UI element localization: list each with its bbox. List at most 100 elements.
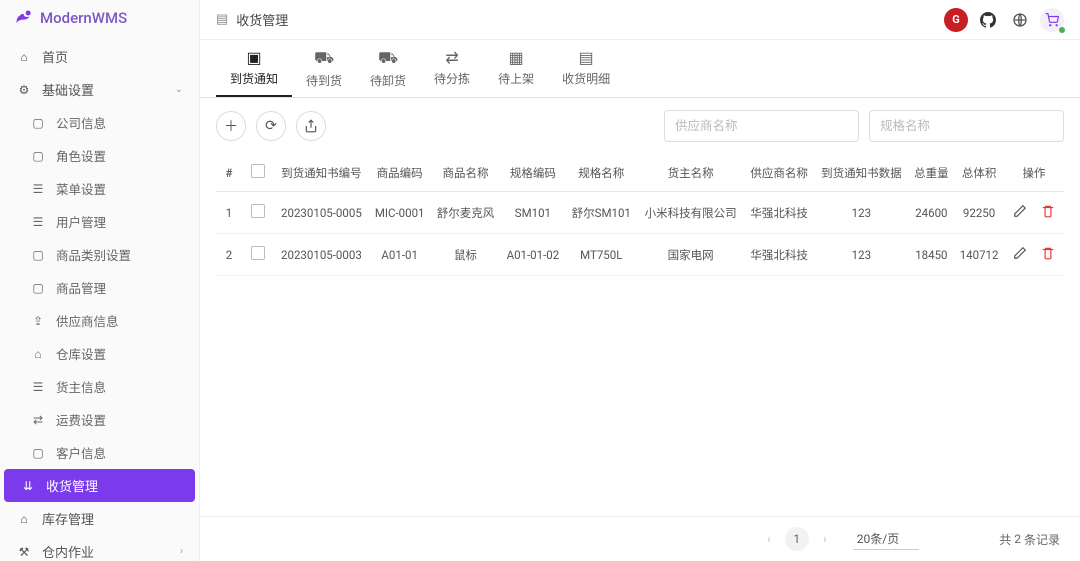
cell-goods-code: MIC-0001 bbox=[369, 192, 431, 234]
tab-asn-notice[interactable]: ▣到货通知 bbox=[216, 40, 292, 97]
cell-spec-name: 舒尔SM101 bbox=[565, 192, 637, 234]
topbar: ▤ 收货管理 G bbox=[200, 0, 1080, 40]
edit-icon[interactable] bbox=[1010, 246, 1030, 260]
cell-supplier: 华强北科技 bbox=[744, 234, 814, 276]
receiving-icon: ⇊ bbox=[20, 478, 36, 494]
sidebar-item-supplier[interactable]: ⇪供应商信息 bbox=[0, 304, 199, 337]
sidebar-item-user[interactable]: ☰用户管理 bbox=[0, 205, 199, 238]
pagination-bar: ‹ 1 › 20条/页 共 2 条记录 bbox=[200, 516, 1080, 561]
col-goods-code: 商品编码 bbox=[369, 154, 431, 192]
toolbar: ＋ ⟳ bbox=[200, 98, 1080, 154]
notice-icon: ▣ bbox=[246, 48, 261, 67]
page-prev-button[interactable]: ‹ bbox=[757, 527, 781, 551]
col-goods-name: 商品名称 bbox=[431, 154, 501, 192]
truck-icon: ⛟ bbox=[314, 48, 334, 69]
sidebar-item-inhouse[interactable]: ⚒仓内作业› bbox=[0, 535, 199, 561]
col-volume: 总体积 bbox=[954, 154, 1004, 192]
cell-weight: 24600 bbox=[909, 192, 954, 234]
tab-pending-shelve[interactable]: ▦待上架 bbox=[484, 40, 548, 97]
user-icon: ☰ bbox=[30, 214, 46, 230]
asn-table: # 到货通知书编号 商品编码 商品名称 规格编码 规格名称 货主名称 供应商名称… bbox=[216, 154, 1064, 276]
total-suffix: 条记录 bbox=[1024, 531, 1060, 548]
cell-asn-qty: 123 bbox=[814, 192, 909, 234]
checkbox-all[interactable] bbox=[251, 164, 265, 178]
table-container: # 到货通知书编号 商品编码 商品名称 规格编码 规格名称 货主名称 供应商名称… bbox=[200, 154, 1080, 516]
main-content: ▤ 收货管理 G ▣到货通知 ⛟待到货 ⛟待卸货 ⇄待分拣 ▦待上架 ▤收货明细… bbox=[200, 0, 1080, 561]
sidebar-item-menu[interactable]: ☰菜单设置 bbox=[0, 172, 199, 205]
tab-pending-sort[interactable]: ⇄待分拣 bbox=[420, 40, 484, 97]
sidebar-item-owner[interactable]: ☰货主信息 bbox=[0, 370, 199, 403]
col-asn-no: 到货通知书编号 bbox=[274, 154, 369, 192]
tab-receive-detail[interactable]: ▤收货明细 bbox=[548, 40, 624, 97]
inhouse-icon: ⚒ bbox=[16, 544, 32, 560]
total-count: 2 bbox=[1014, 532, 1021, 546]
sidebar-item-warehouse[interactable]: ⌂仓库设置 bbox=[0, 337, 199, 370]
cell-action bbox=[1004, 234, 1064, 276]
page-current[interactable]: 1 bbox=[785, 527, 809, 551]
col-weight: 总重量 bbox=[909, 154, 954, 192]
freight-icon: ⇄ bbox=[30, 412, 46, 428]
logo: ModernWMS bbox=[0, 0, 199, 36]
menu-icon: ☰ bbox=[30, 181, 46, 197]
cart-icon[interactable] bbox=[1040, 8, 1064, 32]
cell-owner: 小米科技有限公司 bbox=[637, 192, 744, 234]
sidebar-item-customer[interactable]: ▢客户信息 bbox=[0, 436, 199, 469]
cell-spec-name: MT750L bbox=[565, 234, 637, 276]
cell-spec-code: A01-01-02 bbox=[501, 234, 566, 276]
page-next-button[interactable]: › bbox=[813, 527, 837, 551]
cell-check bbox=[242, 234, 274, 276]
gitee-icon[interactable]: G bbox=[944, 8, 968, 32]
cell-goods-code: A01-01 bbox=[369, 234, 431, 276]
refresh-button[interactable]: ⟳ bbox=[256, 111, 286, 141]
col-check bbox=[242, 154, 274, 192]
building-icon: ▢ bbox=[30, 115, 46, 131]
cell-goods-name: 舒尔麦克风 bbox=[431, 192, 501, 234]
delete-icon[interactable] bbox=[1038, 204, 1058, 218]
sidebar-item-role[interactable]: ▢角色设置 bbox=[0, 139, 199, 172]
unload-icon: ⛟ bbox=[378, 48, 398, 69]
edit-icon[interactable] bbox=[1010, 204, 1030, 218]
col-owner: 货主名称 bbox=[637, 154, 744, 192]
cell-weight: 18450 bbox=[909, 234, 954, 276]
cell-idx: 1 bbox=[216, 192, 242, 234]
sidebar-item-company[interactable]: ▢公司信息 bbox=[0, 106, 199, 139]
page-size-select[interactable]: 20条/页 bbox=[853, 528, 919, 550]
sidebar-item-goods[interactable]: ▢商品管理 bbox=[0, 271, 199, 304]
tabs: ▣到货通知 ⛟待到货 ⛟待卸货 ⇄待分拣 ▦待上架 ▤收货明细 bbox=[200, 40, 1080, 98]
sidebar-item-stock[interactable]: ⌂库存管理 bbox=[0, 502, 199, 535]
col-spec-name: 规格名称 bbox=[565, 154, 637, 192]
sidebar-item-base[interactable]: ⚙基础设置⌄ bbox=[0, 73, 199, 106]
row-checkbox[interactable] bbox=[251, 204, 265, 218]
cell-check bbox=[242, 192, 274, 234]
sidebar-item-home[interactable]: ⌂首页 bbox=[0, 40, 199, 73]
sidebar: ModernWMS ⌂首页 ⚙基础设置⌄ ▢公司信息 ▢角色设置 ☰菜单设置 ☰… bbox=[0, 0, 200, 561]
total-prefix: 共 bbox=[999, 531, 1011, 548]
table-body: 120230105-0005MIC-0001舒尔麦克风SM101舒尔SM101小… bbox=[216, 192, 1064, 276]
tab-pending-arrive[interactable]: ⛟待到货 bbox=[292, 40, 356, 97]
col-supplier: 供应商名称 bbox=[744, 154, 814, 192]
cell-supplier: 华强北科技 bbox=[744, 192, 814, 234]
home-icon: ⌂ bbox=[16, 49, 32, 65]
supplier-icon: ⇪ bbox=[30, 313, 46, 329]
sidebar-item-receiving[interactable]: ⇊收货管理 bbox=[4, 469, 195, 502]
language-icon[interactable] bbox=[1008, 8, 1032, 32]
cell-goods-name: 鼠标 bbox=[431, 234, 501, 276]
owner-icon: ☰ bbox=[30, 379, 46, 395]
sort-icon: ⇄ bbox=[445, 48, 458, 67]
delete-icon[interactable] bbox=[1038, 246, 1058, 260]
cell-asn-no: 20230105-0005 bbox=[274, 192, 369, 234]
col-idx: # bbox=[216, 154, 242, 192]
col-asn-qty: 到货通知书数据 bbox=[814, 154, 909, 192]
tab-pending-unload[interactable]: ⛟待卸货 bbox=[356, 40, 420, 97]
supplier-search-input[interactable] bbox=[664, 110, 859, 142]
sidebar-item-freight[interactable]: ⇄运费设置 bbox=[0, 403, 199, 436]
cell-idx: 2 bbox=[216, 234, 242, 276]
row-checkbox[interactable] bbox=[251, 246, 265, 260]
spec-search-input[interactable] bbox=[869, 110, 1064, 142]
sidebar-item-category[interactable]: ▢商品类别设置 bbox=[0, 238, 199, 271]
github-icon[interactable] bbox=[976, 8, 1000, 32]
chevron-down-icon: ⌄ bbox=[175, 84, 183, 95]
export-button[interactable] bbox=[296, 111, 326, 141]
add-button[interactable]: ＋ bbox=[216, 111, 246, 141]
cell-action bbox=[1004, 192, 1064, 234]
